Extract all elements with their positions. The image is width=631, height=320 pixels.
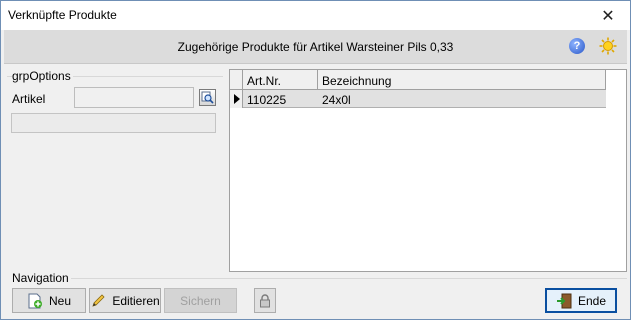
neu-button[interactable]: Neu: [12, 288, 86, 313]
current-row-arrow-icon: [234, 94, 240, 104]
column-header-bezeichnung[interactable]: Bezeichnung: [318, 70, 606, 90]
pencil-icon: [92, 293, 105, 307]
options-group: grpOptions Artikel: [4, 67, 224, 271]
neu-label: Neu: [48, 293, 71, 308]
help-icon[interactable]: ?: [569, 38, 585, 54]
editieren-button[interactable]: Editieren: [89, 288, 161, 313]
artikel-label: Artikel: [12, 92, 46, 106]
close-button[interactable]: ✕: [586, 1, 630, 30]
header-text: Zugehörige Produkte für Artikel Warstein…: [177, 40, 454, 54]
editieren-label: Editieren: [112, 293, 160, 308]
info-field: [11, 113, 216, 133]
header-bar: Zugehörige Produkte für Artikel Warstein…: [4, 30, 627, 64]
column-header-artnr[interactable]: Art.Nr.: [243, 70, 318, 90]
cell-bezeichnung[interactable]: 24x0l: [318, 90, 606, 108]
grid-header: Art.Nr. Bezeichnung: [230, 70, 606, 90]
window-title: Verknüpfte Produkte: [8, 8, 117, 22]
dialog-window: Verknüpfte Produkte ✕ Zugehörige Produkt…: [0, 0, 631, 320]
row-header-corner: [230, 70, 243, 90]
ende-label: Ende: [577, 293, 607, 308]
table-row[interactable]: 110225 24x0l: [230, 90, 606, 108]
artikel-input[interactable]: [74, 87, 194, 108]
magnifier-icon: [201, 91, 214, 104]
title-bar: Verknüpfte Produkte ✕: [1, 1, 630, 30]
lookup-button[interactable]: [199, 89, 216, 106]
group-label: grpOptions: [12, 69, 73, 83]
navigation-divider: [69, 278, 627, 279]
close-icon: ✕: [601, 7, 615, 25]
cell-artnr[interactable]: 110225: [243, 90, 318, 108]
row-indicator: [230, 90, 243, 108]
sun-icon[interactable]: [599, 37, 617, 55]
lock-icon: [260, 293, 270, 307]
lock-button[interactable]: [254, 288, 276, 313]
navigation-label: Navigation: [12, 271, 71, 285]
products-grid[interactable]: Art.Nr. Bezeichnung 110225 24x0l: [229, 69, 627, 272]
sichern-label: Sichern: [180, 293, 221, 308]
ende-button[interactable]: Ende: [545, 288, 617, 313]
sichern-button[interactable]: Sichern: [164, 288, 237, 313]
new-document-icon: [28, 293, 42, 308]
exit-icon: [556, 293, 572, 308]
